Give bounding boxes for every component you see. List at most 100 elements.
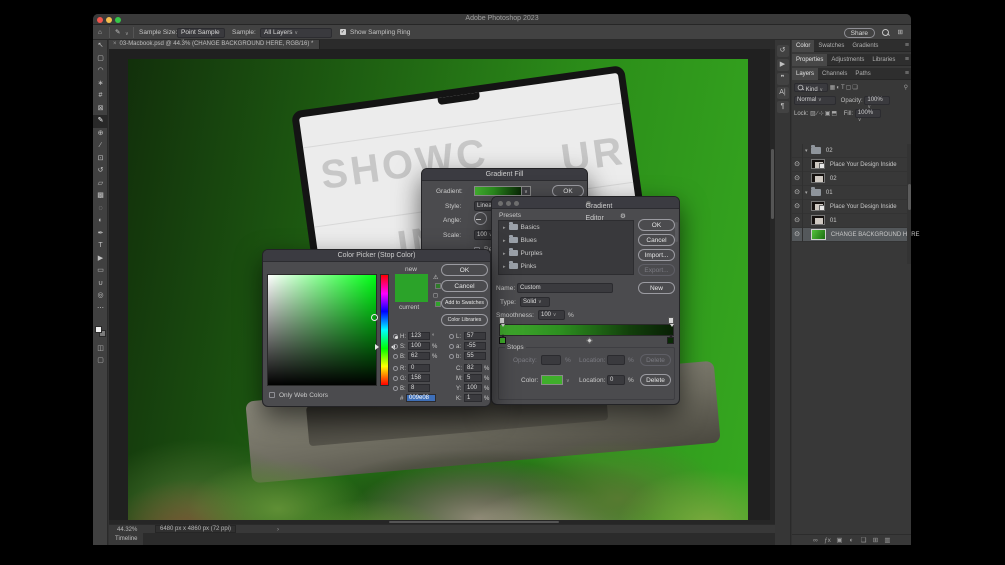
- layer-thumbnail[interactable]: [811, 144, 822, 154]
- filter-icon[interactable]: T: [841, 85, 845, 91]
- layer-thumbnail[interactable]: [811, 173, 826, 184]
- group-expand-icon[interactable]: ▾: [805, 190, 808, 196]
- layer-row[interactable]: ⊙ ▾ CHANGE BACKGROUND HERE: [792, 228, 920, 242]
- angle-dial[interactable]: [474, 212, 487, 225]
- new-button[interactable]: New: [638, 282, 675, 294]
- import-button[interactable]: Import...: [638, 249, 675, 261]
- ok-button[interactable]: OK: [441, 264, 488, 276]
- gradient-swatch[interactable]: [474, 186, 522, 196]
- fill-select[interactable]: 100% ∨: [854, 108, 881, 123]
- layer-name[interactable]: 01: [830, 218, 837, 224]
- layer-thumbnail[interactable]: [811, 215, 826, 226]
- collapsed-panel-icon[interactable]: ↺: [776, 45, 789, 57]
- layer-body[interactable]: ▾ 02: [805, 144, 911, 158]
- radio-button[interactable]: [393, 365, 398, 371]
- layer-thumbnail[interactable]: [811, 228, 827, 240]
- close-tab-icon[interactable]: ×: [113, 41, 117, 47]
- preset-folder-row[interactable]: ▸ Blues: [499, 234, 633, 247]
- field-input[interactable]: 1: [464, 394, 482, 403]
- visibility-toggle[interactable]: ⊙: [792, 200, 803, 214]
- layer-body[interactable]: ▾ Place Your Design Inside: [805, 200, 911, 214]
- expand-icon[interactable]: ▸: [503, 251, 506, 257]
- visibility-toggle[interactable]: ⊙: [792, 144, 803, 158]
- layer-name[interactable]: 02: [830, 176, 837, 182]
- layer-thumbnail[interactable]: [811, 201, 826, 212]
- layer-row[interactable]: ⊙ ▾ 02: [792, 144, 911, 158]
- chevron-down-icon[interactable]: ∨: [566, 378, 570, 384]
- gradient-preview-bar[interactable]: [499, 317, 674, 345]
- workspace-switcher-icon[interactable]: ⊞: [898, 28, 903, 37]
- panel-tab[interactable]: Color: [792, 40, 815, 52]
- field-input[interactable]: 8: [408, 384, 430, 393]
- tool-button[interactable]: ∪: [93, 278, 108, 291]
- tool-button[interactable]: ◌: [93, 203, 108, 216]
- gradient-caret-icon[interactable]: ∨: [522, 186, 531, 196]
- gear-icon[interactable]: ⚙: [620, 212, 626, 220]
- panel-tab[interactable]: Properties: [792, 54, 828, 66]
- presets-scrollbar-thumb[interactable]: [675, 222, 678, 242]
- name-input[interactable]: Custom: [517, 283, 613, 293]
- foreground-background-swatches[interactable]: [95, 326, 106, 337]
- tool-button[interactable]: #: [93, 90, 108, 103]
- filter-icon[interactable]: ❏: [852, 85, 857, 91]
- footer-icon[interactable]: ∞: [810, 535, 822, 546]
- collapsed-panel-icon[interactable]: ¶: [776, 101, 789, 113]
- tool-preset-caret-icon[interactable]: ∨: [125, 30, 129, 39]
- field-input[interactable]: 55: [464, 352, 486, 361]
- hex-input[interactable]: 009e08: [406, 394, 436, 403]
- layer-row[interactable]: ⊙ ▾ 01: [792, 186, 911, 200]
- preset-folder-row[interactable]: ▸ Pinks: [499, 260, 633, 273]
- footer-icon[interactable]: ƒx: [822, 535, 834, 546]
- footer-icon[interactable]: ❏: [858, 535, 870, 546]
- tool-button[interactable]: ▩: [93, 190, 108, 203]
- field-input[interactable]: 57: [464, 332, 486, 341]
- preset-folder-row[interactable]: ▸ Purples: [499, 247, 633, 260]
- footer-icon[interactable]: ▣: [834, 535, 846, 546]
- minimize-dialog-button[interactable]: [506, 200, 511, 206]
- footer-icon[interactable]: ▥: [882, 535, 894, 546]
- layer-body[interactable]: ▾ 01: [805, 186, 911, 200]
- field-input[interactable]: 158: [408, 374, 430, 383]
- color-stop-selected[interactable]: [499, 334, 506, 344]
- hue-slider-marker-left[interactable]: [375, 344, 379, 350]
- field-input[interactable]: 123: [408, 332, 430, 341]
- cancel-button[interactable]: Cancel: [638, 234, 675, 246]
- panel-menu-icon[interactable]: ≡: [905, 70, 909, 77]
- quick-mask-icon[interactable]: ◫: [93, 344, 108, 352]
- field-input[interactable]: 0: [408, 364, 430, 373]
- layers-scrollbar[interactable]: [907, 144, 911, 264]
- eyedropper-tool-icon[interactable]: ✎: [115, 28, 120, 37]
- smoothness-select[interactable]: 100 ∨: [538, 310, 565, 320]
- layer-body[interactable]: ▾ 02: [805, 172, 911, 186]
- collapsed-panel-icon[interactable]: ❞: [776, 73, 789, 85]
- expand-icon[interactable]: ▸: [503, 264, 506, 270]
- location-input[interactable]: 0: [607, 375, 625, 385]
- layer-name[interactable]: 02: [826, 148, 833, 154]
- gamut-warning-icon[interactable]: ⚠: [433, 274, 438, 281]
- filter-icon[interactable]: ◐: [836, 85, 840, 91]
- tool-button[interactable]: ✎: [93, 115, 108, 128]
- visibility-toggle[interactable]: ⊙: [792, 158, 803, 172]
- lock-icon[interactable]: ⊹: [819, 111, 824, 117]
- tool-button[interactable]: ⊡: [93, 153, 108, 166]
- tool-button[interactable]: ∗: [93, 78, 108, 91]
- tool-button[interactable]: ▭: [93, 265, 108, 278]
- lock-icon[interactable]: ∕: [817, 111, 818, 117]
- collapsed-panel-icon[interactable]: ▶: [776, 59, 789, 71]
- tool-button[interactable]: ▱: [93, 178, 108, 191]
- footer-icon[interactable]: ◐: [846, 535, 858, 546]
- field-input[interactable]: -55: [464, 342, 486, 351]
- radio-button[interactable]: [449, 333, 454, 339]
- layer-name[interactable]: Place Your Design Inside: [830, 204, 897, 210]
- visibility-toggle[interactable]: ⊙: [792, 214, 803, 228]
- expand-icon[interactable]: ▸: [503, 225, 506, 231]
- document-info[interactable]: 6480 px x 4860 px (72 ppi): [155, 525, 237, 533]
- opacity-select[interactable]: 100% ∨: [864, 95, 891, 110]
- collapsed-panel-icon[interactable]: A|: [776, 87, 789, 99]
- tool-button[interactable]: ⊠: [93, 103, 108, 116]
- horizontal-scrollbar-thumb[interactable]: [389, 521, 559, 523]
- sample-select[interactable]: All Layers ∨: [260, 28, 332, 38]
- tool-button[interactable]: ◠: [93, 65, 108, 78]
- field-input[interactable]: 82: [464, 364, 482, 373]
- tool-button[interactable]: ∕: [93, 140, 108, 153]
